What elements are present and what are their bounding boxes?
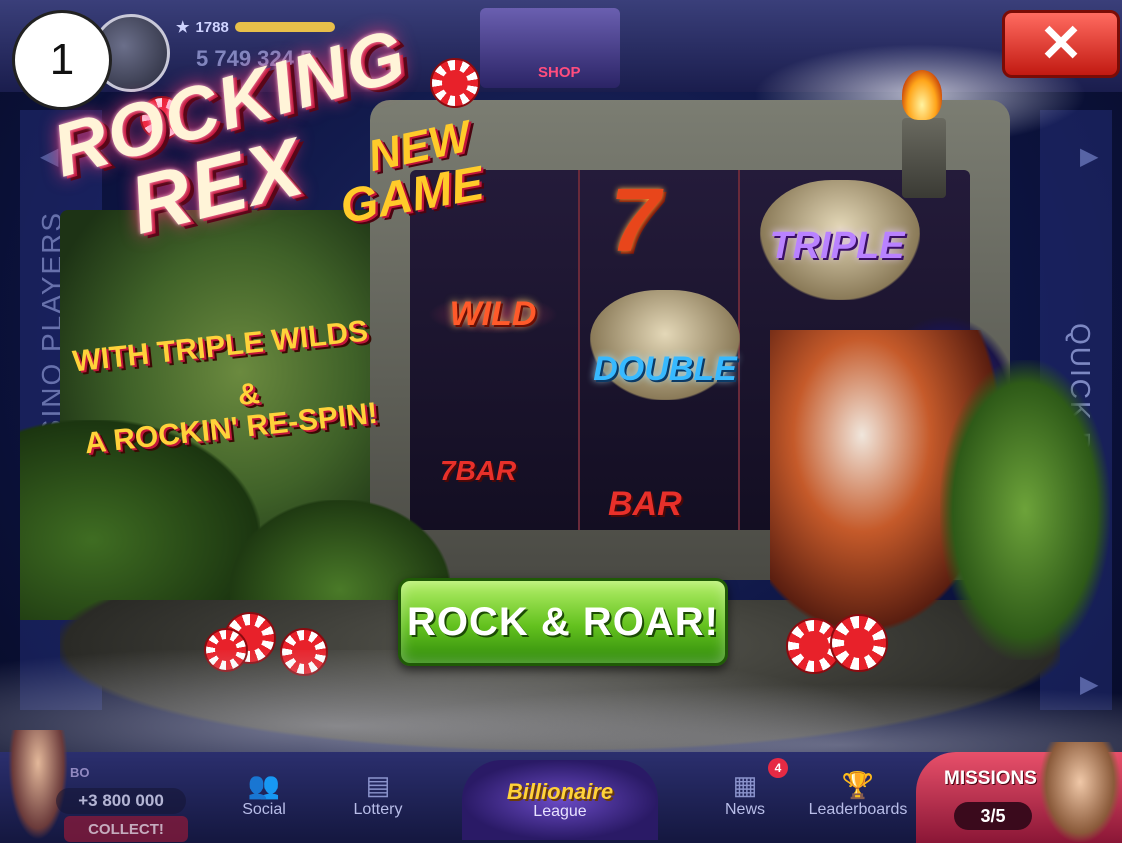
billionaire-league-button[interactable]: Billionaire League (462, 760, 658, 840)
rock-and-roar-button[interactable]: ROCK & ROAR! (398, 578, 728, 666)
nav-leaderboards-label: Leaderboards (808, 801, 908, 818)
bonus-host-avatar (8, 730, 68, 840)
tagline-line2: & (236, 376, 262, 413)
close-x-icon: ✕ (1039, 15, 1083, 73)
casino-chip-icon (430, 58, 480, 108)
nav-lottery[interactable]: ▤ Lottery (340, 770, 416, 819)
leaf-decoration (940, 360, 1110, 660)
social-icon: 👥 (247, 770, 281, 800)
bar-symbol: BAR (608, 485, 682, 523)
nav-lottery-label: Lottery (353, 801, 403, 818)
news-notification-badge: 4 (768, 758, 788, 778)
nav-social[interactable]: 👥 Social (226, 770, 302, 819)
torch-icon (902, 118, 946, 198)
missions-label: MISSIONS (944, 768, 1037, 789)
bonus-label: BO (70, 765, 90, 780)
league-subtitle: League (533, 803, 587, 820)
shop-label: SHOP (538, 64, 581, 81)
close-button[interactable]: ✕ (1002, 10, 1120, 78)
seven-symbol: 7 (610, 171, 661, 271)
nav-leaderboards[interactable]: 🏆 Leaderboards (800, 770, 916, 819)
cta-label: ROCK & ROAR! (407, 599, 719, 644)
nav-social-label: Social (242, 801, 286, 818)
wild-symbol: WILD (428, 295, 558, 334)
star-icon: ★ (176, 19, 190, 36)
collect-button[interactable]: COLLECT! (64, 816, 188, 842)
bonus-amount: +3 800 000 (56, 788, 186, 814)
xp-progress-bar (234, 22, 335, 32)
trophy-icon: 🏆 (841, 770, 875, 800)
level-value: 1788 (195, 18, 229, 36)
news-icon: ▦ (732, 770, 758, 800)
double-symbol: DOUBLE (593, 350, 737, 388)
game-screen: ★ 1788 5 749 324 5 SHOP CASINO PLAYERS ◀… (0, 0, 1122, 843)
flame-icon (902, 70, 942, 120)
triple-symbol: TRIPLE (769, 225, 905, 267)
missions-progress: 3/5 (954, 802, 1032, 830)
missions-host-avatar (1040, 742, 1120, 842)
level-indicator: ★ 1788 (176, 18, 335, 36)
league-title: Billionaire (506, 779, 614, 804)
nav-news[interactable]: ▦ News (712, 770, 778, 819)
nav-news-label: News (724, 801, 765, 818)
lottery-ticket-icon: ▤ (365, 770, 391, 800)
step-number-badge: 1 (12, 10, 112, 110)
seven-bar-symbol: 7BAR (440, 455, 517, 486)
